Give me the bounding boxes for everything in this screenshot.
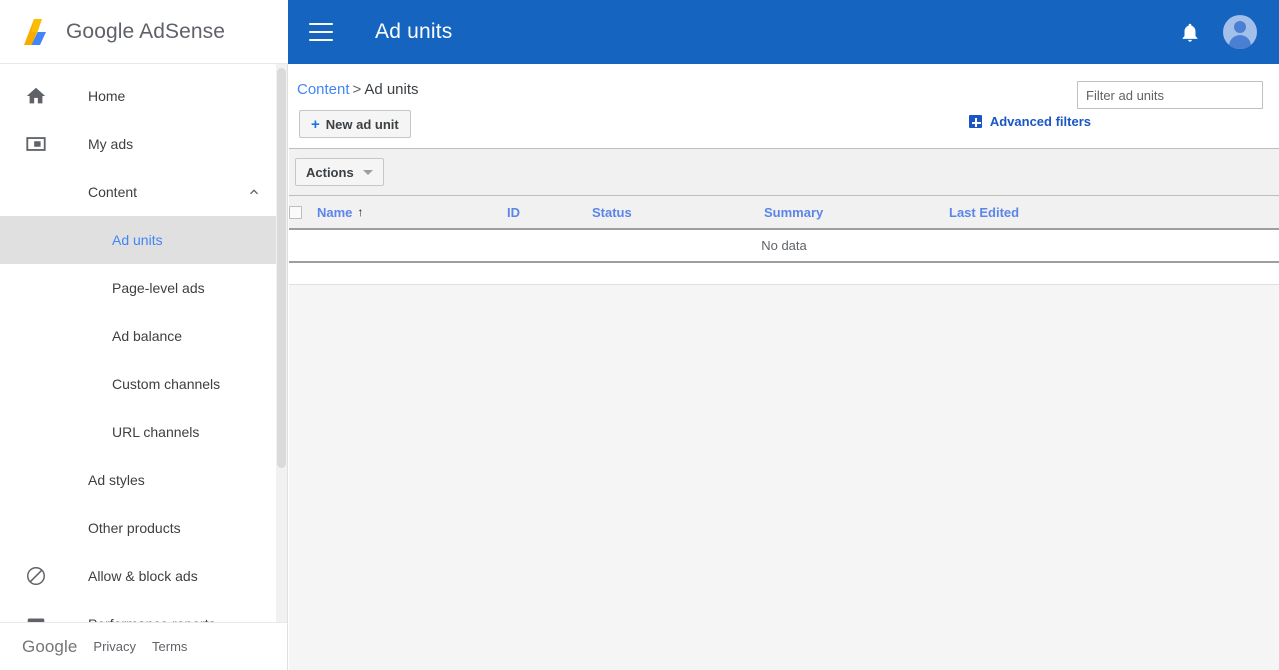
advanced-filters-label: Advanced filters bbox=[989, 114, 1091, 129]
user-avatar-icon[interactable] bbox=[1223, 15, 1257, 49]
home-icon bbox=[24, 84, 48, 108]
sidebar-item-label: Ad styles bbox=[88, 472, 145, 488]
sidebar-item-label: Ad balance bbox=[112, 328, 183, 344]
table-head: Name ↑ ID Status Summary Last Edited bbox=[289, 196, 1279, 230]
sidebar-item-label: My ads bbox=[88, 136, 134, 152]
sidebar-item-label: Allow & block ads bbox=[88, 568, 198, 584]
table-header-summary[interactable]: Summary bbox=[764, 196, 949, 230]
footer-terms-link[interactable]: Terms bbox=[152, 639, 187, 654]
bell-icon[interactable] bbox=[1179, 21, 1201, 44]
advanced-filters-toggle[interactable]: Advanced filters bbox=[968, 114, 1091, 129]
sidebar-item-label: Ad units bbox=[112, 232, 163, 248]
actions-label: Actions bbox=[306, 164, 354, 180]
adsense-logo-icon bbox=[24, 18, 46, 45]
table-toolbar: Actions bbox=[289, 148, 1279, 196]
sidebar-item-page-level-ads[interactable]: Page-level ads bbox=[0, 264, 287, 312]
sidebar-item-allow-block-ads[interactable]: Allow & block ads bbox=[0, 552, 287, 600]
sidebar-scrollbar-track[interactable] bbox=[276, 64, 287, 622]
brand-google-label: Google bbox=[66, 19, 135, 43]
sidebar-nav: Home My ads Content Ad units Page-level … bbox=[0, 64, 288, 670]
select-all-checkbox[interactable] bbox=[289, 205, 302, 219]
sidebar-item-ad-styles[interactable]: Ad styles bbox=[0, 456, 287, 504]
actions-dropdown-button[interactable]: Actions bbox=[295, 158, 384, 186]
sidebar-item-label: Content bbox=[88, 184, 138, 200]
sidebar-top-spacer bbox=[0, 64, 287, 72]
hamburger-menu-icon[interactable] bbox=[309, 23, 333, 41]
breadcrumb-parent-link[interactable]: Content bbox=[297, 81, 350, 98]
new-ad-unit-label: New ad unit bbox=[325, 116, 399, 132]
table-header-name[interactable]: Name ↑ bbox=[317, 196, 507, 230]
footer-privacy-link[interactable]: Privacy bbox=[93, 639, 136, 654]
table-header-row: Name ↑ ID Status Summary Last Edited bbox=[289, 196, 1279, 230]
breadcrumb-current: Ad units bbox=[364, 81, 419, 98]
sidebar-item-my-ads[interactable]: My ads bbox=[0, 120, 287, 168]
sidebar-item-ad-units[interactable]: Ad units bbox=[0, 216, 287, 264]
chevron-down-icon bbox=[362, 169, 373, 175]
page-title: Ad units bbox=[375, 20, 453, 43]
content-filler-area bbox=[289, 285, 1279, 670]
table-header-name-label: Name bbox=[317, 204, 353, 220]
sidebar-item-label: Other products bbox=[88, 520, 181, 536]
sidebar-item-performance-reports[interactable]: Performance reports bbox=[0, 600, 287, 622]
new-ad-unit-button[interactable]: + New ad unit bbox=[299, 110, 411, 138]
breadcrumb: Content > Ad units bbox=[297, 81, 419, 98]
sidebar-footer: Google Privacy Terms bbox=[0, 622, 287, 670]
table-bottom-strip bbox=[289, 263, 1279, 285]
sidebar-item-other-products[interactable]: Other products bbox=[0, 504, 287, 552]
table-header-checkbox-cell bbox=[289, 196, 317, 230]
avatar-body bbox=[1229, 35, 1251, 49]
footer-google-label: Google bbox=[22, 636, 78, 656]
sidebar-item-custom-channels[interactable]: Custom channels bbox=[0, 360, 287, 408]
sidebar-scroll-area: Home My ads Content Ad units Page-level … bbox=[0, 64, 287, 622]
sidebar-item-label: Home bbox=[88, 88, 126, 104]
sidebar-item-label: Page-level ads bbox=[112, 280, 205, 296]
sidebar-item-home[interactable]: Home bbox=[0, 72, 287, 120]
top-app-bar: Ad units bbox=[288, 0, 1279, 64]
main-content: Content>Ad units + New ad unit Advanced … bbox=[289, 64, 1279, 670]
sort-ascending-icon: ↑ bbox=[357, 204, 364, 219]
brand-header: Google AdSense bbox=[0, 0, 288, 64]
sidebar-item-url-channels[interactable]: URL channels bbox=[0, 408, 287, 456]
sidebar-item-label: URL channels bbox=[112, 424, 200, 440]
sidebar-item-label: Custom channels bbox=[112, 376, 221, 392]
sidebar-item-content[interactable]: Content bbox=[0, 168, 287, 216]
my-ads-icon bbox=[24, 132, 48, 156]
content-header: Content>Ad units + New ad unit Advanced … bbox=[289, 64, 1279, 148]
table-body: No data bbox=[289, 229, 1279, 263]
sidebar-scrollbar-thumb[interactable] bbox=[277, 68, 286, 468]
expand-plus-box-icon bbox=[968, 115, 982, 128]
plus-icon: + bbox=[311, 115, 320, 133]
table-empty-message: No data bbox=[289, 229, 1279, 263]
adsense-app: Google AdSense Ad units Home My ads Cont… bbox=[0, 0, 1279, 670]
breadcrumb-separator: > bbox=[352, 81, 362, 98]
table-empty-row: No data bbox=[289, 229, 1279, 263]
table-header-id[interactable]: ID bbox=[507, 196, 592, 230]
chevron-up-icon[interactable] bbox=[246, 184, 262, 200]
table-header-last-edited[interactable]: Last Edited bbox=[949, 196, 1279, 230]
ad-units-table: Name ↑ ID Status Summary Last Edited No d… bbox=[289, 196, 1279, 263]
block-ads-icon bbox=[24, 564, 48, 588]
sidebar-item-ad-balance[interactable]: Ad balance bbox=[0, 312, 287, 360]
avatar-head bbox=[1234, 21, 1246, 33]
filter-ad-units-input[interactable] bbox=[1077, 81, 1263, 109]
reports-icon bbox=[24, 612, 48, 622]
table-header-status[interactable]: Status bbox=[592, 196, 764, 230]
brand-name: Google AdSense bbox=[66, 20, 225, 44]
top-bar-actions bbox=[1179, 15, 1257, 49]
brand-adsense-label: AdSense bbox=[139, 19, 226, 43]
